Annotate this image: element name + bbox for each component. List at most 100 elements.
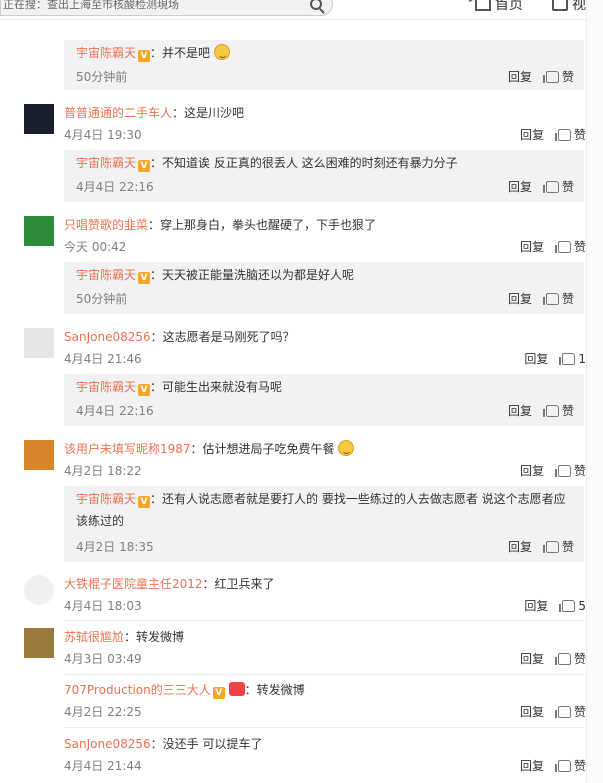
comment-text: ：这志愿者是马刚死了吗？	[150, 330, 295, 344]
reply-button[interactable]: 回复	[508, 178, 532, 195]
like-button[interactable]: 赞	[542, 402, 574, 419]
comment-username[interactable]: 苏轼很尴尬	[64, 630, 124, 644]
like-button[interactable]: 赞	[554, 462, 586, 479]
reply-button[interactable]: 回复	[520, 757, 544, 774]
reply-button[interactable]: 回复	[520, 238, 544, 255]
reply-username[interactable]: 宇宙陈霸天	[76, 268, 136, 282]
reply-username[interactable]: 宇宙陈霸天	[76, 156, 136, 170]
like-button[interactable]: 赞	[554, 650, 586, 667]
like-button[interactable]: 赞	[554, 126, 586, 143]
comment-username[interactable]: 该用户未填写昵称1987	[64, 442, 191, 456]
thumb-up-icon	[559, 352, 576, 365]
like-button[interactable]: 5	[559, 598, 586, 613]
comment-time: 4月3日 03:49	[64, 652, 142, 666]
avatar[interactable]	[24, 216, 54, 246]
reply-time: 4月4日 22:16	[76, 404, 154, 418]
like-button[interactable]: 赞	[542, 538, 574, 555]
search-input[interactable]: 正在搜：查出上海至市核酸检测現场	[0, 0, 333, 16]
comment-time: 4月4日 21:46	[64, 352, 142, 366]
reply-time: 4月4日 22:16	[76, 180, 154, 194]
reply-time: 4月2日 18:35	[76, 540, 154, 554]
reply-username[interactable]: 宇宙陈霸天	[76, 46, 136, 60]
reply-button[interactable]: 回复	[508, 402, 532, 419]
thumb-up-icon	[554, 464, 571, 477]
like-button[interactable]: 赞	[554, 703, 586, 720]
avatar[interactable]	[24, 628, 54, 658]
comment-username[interactable]: SanJone08256	[64, 330, 151, 344]
reply-button[interactable]: 回复	[520, 126, 544, 143]
reply-text: ：不知道诶 反正真的很丢人 这么困难的时刻还有暴力分子	[150, 156, 458, 170]
like-count: 5	[578, 598, 586, 613]
search-text: 正在搜：查出上海至市核酸检测現场	[3, 0, 179, 11]
like-button[interactable]: 赞	[542, 290, 574, 307]
comment-username[interactable]: SanJone08256	[64, 737, 151, 751]
member-badge-icon	[228, 682, 245, 696]
comment-item: 该用户未填写昵称1987：估计想进局子吃免费午餐 4月2日 18:22 回复 赞…	[0, 440, 586, 565]
comment-text: ：这是川沙吧	[172, 106, 245, 120]
reply-button[interactable]: 回复	[520, 462, 544, 479]
reply-box: 宇宙陈霸天 V ：可能生出来就没有马呢 4月4日 22:16 回复 赞	[64, 374, 584, 426]
comment-item: 苏轼很尴尬：转发微博 4月3日 03:49 回复 赞	[0, 628, 586, 672]
reply-button[interactable]: 回复	[508, 290, 532, 307]
like-button[interactable]: 赞	[542, 178, 574, 195]
comment-time: 今天 00:42	[64, 240, 127, 254]
comment-item: 只唱赞歌的韭菜：穿上那身白，拳头也醒硬了，下手也狠了 今天 00:42 回复 赞…	[0, 216, 586, 316]
thumb-up-icon	[554, 705, 571, 718]
reply-button[interactable]: 回复	[524, 597, 548, 614]
verified-badge-icon: V	[138, 384, 151, 396]
comment-username[interactable]: 707Production的三三大人	[64, 683, 211, 697]
thumb-up-icon	[542, 540, 559, 553]
comment-username[interactable]: 普普通通的二手车人	[64, 106, 172, 120]
reply-username[interactable]: 宇宙陈霸天	[76, 492, 136, 506]
top-navigation-bar: 正在搜：查出上海至市核酸检测現场 首页 视频	[0, 0, 603, 20]
video-icon	[552, 0, 568, 11]
smile-emoji-icon	[213, 44, 230, 60]
verified-badge-icon: V	[138, 50, 151, 62]
thumb-up-icon	[554, 652, 571, 665]
avatar[interactable]	[24, 104, 54, 134]
reply-time: 50分钟前	[76, 70, 128, 84]
reply-text: ：天天被正能量洗脑还以为都是好人呢	[150, 268, 355, 282]
reply-text: ：可能生出来就没有马呢	[150, 380, 283, 394]
reply-username[interactable]: 宇宙陈霸天	[76, 380, 136, 394]
reply-box: 宇宙陈霸天 V ：并不是吧 50分钟前 回复 赞	[64, 40, 584, 90]
like-button[interactable]: 赞	[542, 68, 574, 85]
comment-username[interactable]: 大铁棍子医院童主任2012	[64, 577, 203, 591]
like-button[interactable]: 赞	[554, 238, 586, 255]
reply-button[interactable]: 回复	[520, 650, 544, 667]
reply-time: 50分钟前	[76, 292, 128, 306]
avatar[interactable]	[24, 440, 54, 470]
default-avatar-icon[interactable]	[24, 328, 54, 358]
reply-button[interactable]: 回复	[508, 538, 532, 555]
reply-button[interactable]: 回复	[524, 350, 548, 367]
thumb-up-icon	[542, 404, 559, 417]
like-button[interactable]: 1	[559, 351, 586, 366]
comment-time: 4月4日 18:03	[64, 599, 142, 613]
reply-button[interactable]: 回复	[508, 68, 532, 85]
thumb-up-icon	[559, 599, 576, 612]
verified-badge-icon: V	[138, 272, 151, 284]
reply-text: ：还有人说志愿者就是要打人的 要找一些练过的人去做志愿者 说这个志愿者应该练过的	[76, 492, 566, 528]
page-gutter	[586, 0, 603, 783]
reply-box: 宇宙陈霸天 V ：还有人说志愿者就是要打人的 要找一些练过的人去做志愿者 说这个志愿…	[64, 486, 584, 562]
comment-username[interactable]: 只唱赞歌的韭菜	[64, 218, 148, 232]
home-icon	[475, 0, 491, 11]
reply-button[interactable]: 回复	[520, 703, 544, 720]
comment-text: ：穿上那身白，拳头也醒硬了，下手也狠了	[148, 218, 377, 232]
like-count: 1	[578, 351, 586, 366]
comment-text: ：转发微博	[124, 630, 185, 644]
reply-box: 宇宙陈霸天 V ：不知道诶 反正真的很丢人 这么困难的时刻还有暴力分子 4月4日 2…	[64, 150, 584, 202]
thumb-up-icon	[542, 180, 559, 193]
nav-home[interactable]: 首页	[475, 0, 523, 14]
comment-item: SanJone08256：没还手 可以提车了 4月4日 21:44 回复 赞	[0, 735, 586, 779]
avatar[interactable]	[24, 575, 54, 605]
comment-text: ：估计想进局子吃免费午餐	[190, 442, 335, 456]
comment-item: 大铁棍子医院童主任2012：红卫兵来了 4月4日 18:03 回复 5	[0, 575, 586, 619]
divider	[64, 674, 584, 675]
thumb-up-icon	[542, 70, 559, 83]
comment-text: ：没还手 可以提车了	[150, 737, 263, 751]
reply-text: ：并不是吧	[150, 46, 211, 60]
search-icon[interactable]	[310, 0, 322, 10]
like-button[interactable]: 赞	[554, 757, 586, 774]
comment-text: ：转发微博	[244, 683, 305, 697]
